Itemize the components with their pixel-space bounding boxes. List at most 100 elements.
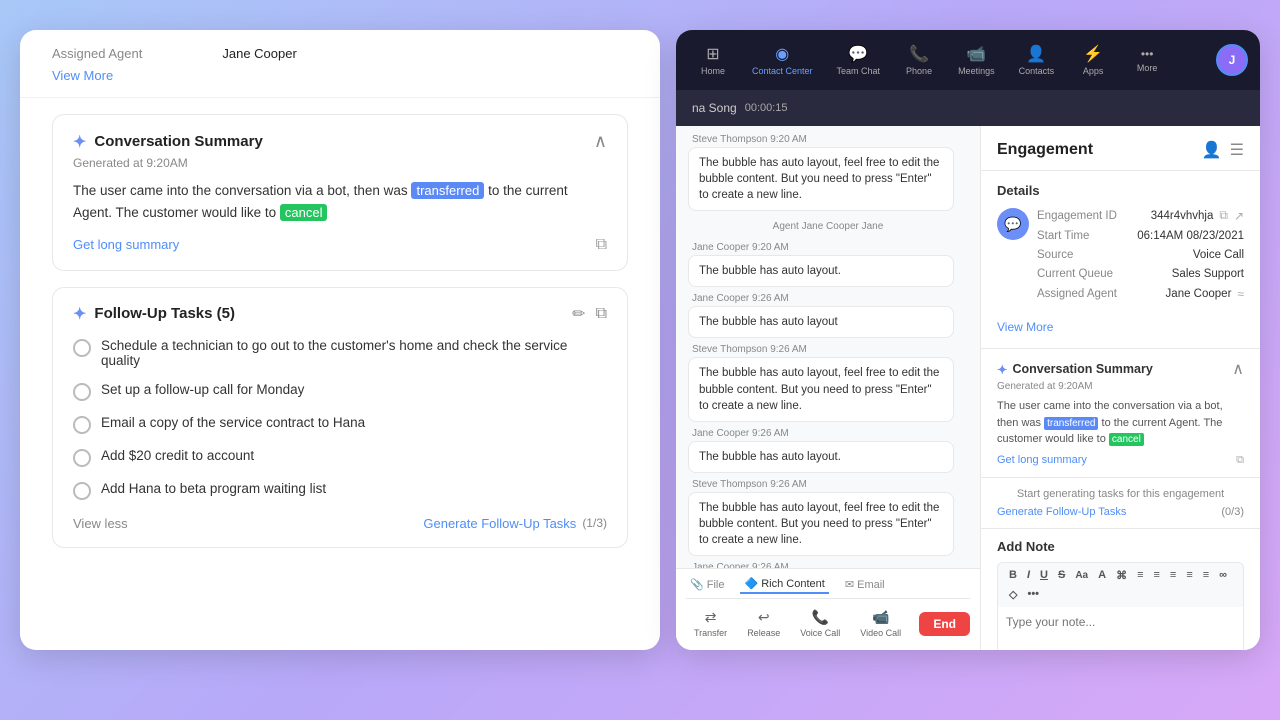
nav-apps-label: Apps xyxy=(1083,66,1104,76)
generate-tasks-link[interactable]: Generate Follow-Up Tasks xyxy=(997,506,1126,518)
note-tool-list2[interactable]: ≡ xyxy=(1150,568,1162,582)
msg-bubble-2: The bubble has auto layout. xyxy=(688,255,954,287)
note-tool-list1[interactable]: ≡ xyxy=(1134,568,1146,582)
nav-meetings-label: Meetings xyxy=(958,66,995,76)
edit-tasks-button[interactable]: ✏ xyxy=(572,304,585,324)
note-tool-link[interactable]: ∞ xyxy=(1216,568,1230,582)
nav-contacts[interactable]: 👤 Contacts xyxy=(1009,38,1065,82)
nav-home[interactable]: ⊞ Home xyxy=(688,38,738,82)
msg-sender-1: Steve Thompson 9:20 AM xyxy=(688,134,968,145)
engagement-header-icons: 👤 ☰ xyxy=(1202,140,1244,160)
mini-generated-at: Generated at 9:20AM xyxy=(997,381,1244,392)
user-avatar[interactable]: J xyxy=(1216,44,1248,76)
note-tool-cmd[interactable]: ⌘ xyxy=(1113,568,1130,583)
person-icon[interactable]: 👤 xyxy=(1202,140,1222,160)
nav-more[interactable]: ••• More xyxy=(1122,41,1172,79)
note-tool-more[interactable]: ••• xyxy=(1024,587,1042,601)
mini-get-summary-link[interactable]: Get long summary xyxy=(997,454,1087,466)
generate-followup-tasks-btn[interactable]: Generate Follow-Up Tasks xyxy=(423,516,576,531)
msg-bubble-1: The bubble has auto layout, feel free to… xyxy=(688,147,954,211)
msg-bubble-4: The bubble has auto layout, feel free to… xyxy=(688,357,954,421)
msg-group-5: Jane Cooper 9:26 AM The bubble has auto … xyxy=(688,428,968,473)
note-tool-diamond[interactable]: ◇ xyxy=(1006,587,1020,602)
nav-meetings[interactable]: 📹 Meetings xyxy=(948,38,1005,82)
nav-phone[interactable]: 📞 Phone xyxy=(894,38,944,82)
mini-conversation-summary: ✦ Conversation Summary ∧ Generated at 9:… xyxy=(981,349,1260,478)
task-checkbox-5[interactable] xyxy=(73,482,91,500)
right-panel: ⊞ Home ◉ Contact Center 💬 Team Chat 📞 Ph… xyxy=(676,30,1260,650)
tab-file[interactable]: 📎 File xyxy=(686,575,728,594)
note-toolbar: B I U S Aa A ⌘ ≡ ≡ ≡ ≡ ≡ ∞ ◇ ••• xyxy=(997,562,1244,607)
content-area: ✦ Conversation Summary ∧ Generated at 9:… xyxy=(20,98,660,650)
transfer-btn[interactable]: ⇄ Transfer xyxy=(686,607,735,640)
note-tool-color[interactable]: A xyxy=(1095,568,1109,582)
msg-group-6: Steve Thompson 9:26 AM The bubble has au… xyxy=(688,479,968,556)
view-more-link[interactable]: View More xyxy=(52,68,113,83)
note-tool-bold[interactable]: B xyxy=(1006,568,1020,582)
mini-copy-icon[interactable]: ⧉ xyxy=(1236,454,1244,467)
engagement-avatar: 💬 xyxy=(997,208,1029,240)
field-value-queue: Sales Support xyxy=(1172,268,1244,280)
view-more-details-link[interactable]: View More xyxy=(997,320,1053,334)
task-pagination: (1/3) xyxy=(582,516,607,530)
tab-rich-content[interactable]: 🔷 Rich Content xyxy=(740,575,828,594)
task-text-2: Set up a follow-up call for Monday xyxy=(101,382,304,397)
contacts-icon: 👤 xyxy=(1026,44,1046,64)
note-tool-underline[interactable]: U xyxy=(1037,568,1051,582)
release-btn[interactable]: ↩ Release xyxy=(739,607,788,640)
nav-contacts-label: Contacts xyxy=(1019,66,1055,76)
link-icon-id[interactable]: ↗ xyxy=(1234,209,1244,223)
copy-summary-button[interactable]: ⧉ xyxy=(596,236,607,254)
followup-sidebar: Start generating tasks for this engageme… xyxy=(981,478,1260,529)
nav-contact-center[interactable]: ◉ Contact Center xyxy=(742,38,823,82)
left-panel: Assigned Agent Jane Cooper View More ✦ C… xyxy=(20,30,660,650)
field-value-engagement-id: 344r4vhvhja xyxy=(1151,210,1214,222)
note-tool-strikethrough[interactable]: S xyxy=(1055,568,1068,582)
task-item: Set up a follow-up call for Monday xyxy=(73,382,607,401)
field-value-start-time: 06:14AM 08/23/2021 xyxy=(1137,230,1244,242)
mini-sparkle-icon: ✦ xyxy=(997,362,1007,377)
task-checkbox-3[interactable] xyxy=(73,416,91,434)
task-checkbox-1[interactable] xyxy=(73,339,91,357)
video-call-btn[interactable]: 📹 Video Call xyxy=(852,607,909,640)
note-tool-list3[interactable]: ≡ xyxy=(1167,568,1179,582)
voice-call-btn[interactable]: 📞 Voice Call xyxy=(792,607,848,640)
mini-collapse-icon[interactable]: ∧ xyxy=(1232,359,1244,379)
task-text-5: Add Hana to beta program waiting list xyxy=(101,481,326,496)
nav-home-label: Home xyxy=(701,66,725,76)
task-checkbox-2[interactable] xyxy=(73,383,91,401)
chat-input-bar: 📎 File 🔷 Rich Content ✉ Email ⇄ Transfer… xyxy=(676,568,980,650)
note-tool-aa[interactable]: Aa xyxy=(1072,569,1091,582)
details-title: Details xyxy=(997,183,1244,198)
summary-title: ✦ Conversation Summary xyxy=(73,132,263,152)
task-item: Email a copy of the service contract to … xyxy=(73,415,607,434)
voice-call-icon: 📞 xyxy=(812,609,829,626)
list-icon[interactable]: ☰ xyxy=(1230,140,1244,160)
nav-team-chat[interactable]: 💬 Team Chat xyxy=(827,38,891,82)
note-tool-list5[interactable]: ≡ xyxy=(1200,568,1212,582)
tab-email[interactable]: ✉ Email xyxy=(841,575,889,594)
note-tool-italic[interactable]: I xyxy=(1024,568,1033,582)
end-call-button[interactable]: End xyxy=(919,612,970,636)
top-nav: ⊞ Home ◉ Contact Center 💬 Team Chat 📞 Ph… xyxy=(676,30,1260,90)
msg-group-3: Jane Cooper 9:26 AM The bubble has auto … xyxy=(688,293,968,338)
field-value-source: Voice Call xyxy=(1193,249,1244,261)
msg-bubble-5: The bubble has auto layout. xyxy=(688,441,954,473)
note-tool-list4[interactable]: ≡ xyxy=(1183,568,1195,582)
conversation-summary-card: ✦ Conversation Summary ∧ Generated at 9:… xyxy=(52,114,628,271)
copy-icon-id[interactable]: ⧉ xyxy=(1219,208,1228,223)
chat-messages: Steve Thompson 9:20 AM The bubble has au… xyxy=(676,126,980,568)
release-icon: ↩ xyxy=(758,609,770,626)
highlight-transferred: transferred xyxy=(411,182,484,199)
note-textarea[interactable] xyxy=(997,607,1244,651)
collapse-icon[interactable]: ∧ xyxy=(594,131,607,152)
msg-sender-2: Jane Cooper 9:20 AM xyxy=(688,242,968,253)
task-checkbox-4[interactable] xyxy=(73,449,91,467)
nav-apps[interactable]: ⚡ Apps xyxy=(1068,38,1118,82)
assign-icon[interactable]: ≈ xyxy=(1237,287,1244,301)
copy-tasks-button[interactable]: ⧉ xyxy=(596,305,607,323)
followup-sparkle-icon: ✦ xyxy=(73,304,86,324)
chat-tabs: 📎 File 🔷 Rich Content ✉ Email xyxy=(686,575,970,599)
view-less-link[interactable]: View less xyxy=(73,516,128,531)
get-long-summary-link[interactable]: Get long summary xyxy=(73,237,179,252)
